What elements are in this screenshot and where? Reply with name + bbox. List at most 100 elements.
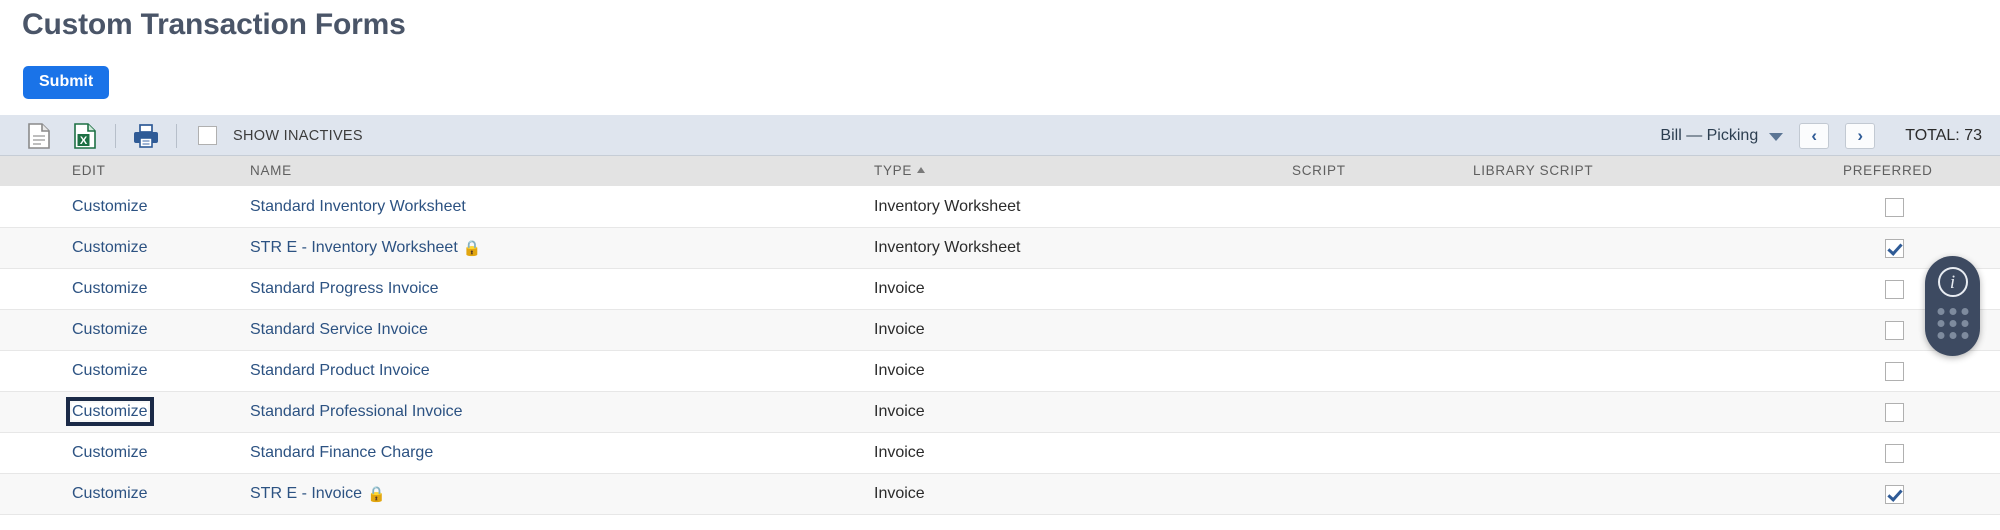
chevron-left-icon: ‹ <box>1811 126 1818 145</box>
column-header-edit[interactable]: EDIT <box>72 156 106 186</box>
name-cell: STR E - Inventory Worksheet 🔒 <box>250 228 481 268</box>
table-row: Customize STR E - Inventory Worksheet 🔒 Inv… <box>0 228 2000 269</box>
form-type-dropdown[interactable]: Bill — Picking <box>1660 126 1784 145</box>
type-cell: Invoice <box>874 485 925 502</box>
name-cell: STR E - Invoice 🔒 <box>250 474 386 514</box>
form-name-link[interactable]: Standard Professional Invoice <box>250 403 463 420</box>
type-cell: Invoice <box>874 362 925 379</box>
column-header-script[interactable]: SCRIPT <box>1292 156 1346 186</box>
customize-link[interactable]: Customize <box>72 444 148 461</box>
chevron-down-icon <box>1769 133 1784 141</box>
form-name-link[interactable]: Standard Service Invoice <box>250 321 428 338</box>
table-body: Customize Standard Inventory Worksheet Inv… <box>0 187 2000 515</box>
column-header-library-script[interactable]: LIBRARY SCRIPT <box>1473 156 1593 186</box>
show-inactives-checkbox[interactable] <box>198 126 217 145</box>
name-cell: Standard Finance Charge <box>250 433 433 473</box>
customize-link[interactable]: Customize <box>66 397 154 426</box>
type-cell: Inventory Worksheet <box>874 239 1021 256</box>
table-row: Customize Standard Progress Invoice Invoic… <box>0 269 2000 310</box>
edit-cell: Customize <box>72 433 148 473</box>
customize-link[interactable]: Customize <box>72 198 148 215</box>
table-row: Customize Standard Professional Invoice In… <box>0 392 2000 433</box>
table-row: Customize Standard Service Invoice Invoice <box>0 310 2000 351</box>
edit-cell: Customize <box>72 269 148 309</box>
lock-icon: 🔒 <box>462 240 482 257</box>
table-row: Customize Standard Product Invoice Invoice <box>0 351 2000 392</box>
customize-link[interactable]: Customize <box>72 362 148 379</box>
type-cell: Invoice <box>874 403 925 420</box>
export-excel-icon[interactable]: X <box>68 119 102 153</box>
grid-dots-icon <box>1937 308 1968 339</box>
lock-icon: 🔒 <box>367 486 386 503</box>
customize-link[interactable]: Customize <box>72 239 148 256</box>
preferred-checkbox[interactable] <box>1884 320 1904 340</box>
preferred-checkbox[interactable] <box>1884 197 1904 217</box>
preferred-cell <box>1874 228 1914 268</box>
table-header-row: EDIT NAME TYPE SCRIPT LIBRARY SCRIPT PRE… <box>0 156 2000 187</box>
toolbar-right-group: Bill — Picking ‹ › TOTAL: 73 <box>1660 115 1982 156</box>
customize-link[interactable]: Customize <box>72 321 148 338</box>
list-toolbar: X SHOW INACTIVES Bill — Picking ‹ › TOTA… <box>0 115 2000 156</box>
type-cell: Invoice <box>874 280 925 297</box>
column-header-name[interactable]: NAME <box>250 156 292 186</box>
column-header-type-label: TYPE <box>874 163 913 178</box>
name-cell: Standard Product Invoice <box>250 351 430 391</box>
toolbar-divider-2 <box>176 123 177 148</box>
table-row: Customize STR E - Invoice 🔒 Invoice <box>0 474 2000 515</box>
sort-ascending-icon <box>917 167 926 173</box>
type-cell: Invoice <box>874 321 925 338</box>
submit-button[interactable]: Submit <box>23 66 110 99</box>
help-launcher[interactable]: i <box>1925 256 1980 356</box>
preferred-checkbox[interactable] <box>1884 402 1904 422</box>
show-inactives-label: SHOW INACTIVES <box>233 127 363 144</box>
info-icon: i <box>1937 267 1968 297</box>
name-cell: Standard Progress Invoice <box>250 269 439 309</box>
preferred-checkbox[interactable] <box>1884 484 1904 504</box>
edit-cell: Customize <box>66 392 154 432</box>
name-cell: Standard Inventory Worksheet <box>250 187 466 227</box>
customize-link[interactable]: Customize <box>72 485 148 502</box>
form-name-link[interactable]: Standard Progress Invoice <box>250 280 439 297</box>
svg-text:X: X <box>80 135 88 147</box>
preferred-cell <box>1874 351 1914 391</box>
toolbar-left-group: X SHOW INACTIVES <box>22 115 363 156</box>
preferred-cell <box>1874 474 1914 514</box>
forms-table: EDIT NAME TYPE SCRIPT LIBRARY SCRIPT PRE… <box>0 156 2000 515</box>
edit-cell: Customize <box>72 228 148 268</box>
edit-cell: Customize <box>72 474 148 514</box>
preferred-checkbox[interactable] <box>1884 443 1904 463</box>
table-row: Customize Standard Inventory Worksheet Inv… <box>0 187 2000 228</box>
name-cell: Standard Professional Invoice <box>250 392 463 432</box>
form-type-value: Bill — Picking <box>1660 126 1759 144</box>
edit-cell: Customize <box>72 187 148 227</box>
form-name-link[interactable]: STR E - Invoice <box>250 485 362 502</box>
page-title: Custom Transaction Forms <box>22 8 406 41</box>
chevron-right-icon: › <box>1857 126 1864 145</box>
preferred-cell <box>1874 187 1914 227</box>
preferred-checkbox[interactable] <box>1884 238 1904 258</box>
customize-link[interactable]: Customize <box>72 280 148 297</box>
preferred-cell <box>1874 269 1914 309</box>
previous-page-button[interactable]: ‹ <box>1799 122 1830 149</box>
preferred-cell <box>1874 433 1914 473</box>
print-icon[interactable] <box>129 119 163 153</box>
column-header-type[interactable]: TYPE <box>874 156 926 186</box>
form-name-link[interactable]: Standard Inventory Worksheet <box>250 198 466 215</box>
toolbar-divider <box>115 123 116 148</box>
preferred-checkbox[interactable] <box>1884 361 1904 381</box>
form-name-link[interactable]: STR E - Inventory Worksheet <box>250 239 458 256</box>
total-count-label: TOTAL: 73 <box>1905 126 1982 144</box>
edit-cell: Customize <box>72 310 148 350</box>
name-cell: Standard Service Invoice <box>250 310 428 350</box>
table-row: Customize Standard Finance Charge Invoice <box>0 433 2000 474</box>
form-name-link[interactable]: Standard Finance Charge <box>250 444 433 461</box>
edit-cell: Customize <box>72 351 148 391</box>
preferred-checkbox[interactable] <box>1884 279 1904 299</box>
preferred-cell <box>1874 392 1914 432</box>
form-name-link[interactable]: Standard Product Invoice <box>250 362 430 379</box>
new-document-icon[interactable] <box>22 119 56 153</box>
column-header-preferred[interactable]: PREFERRED <box>1843 156 1933 186</box>
type-cell: Inventory Worksheet <box>874 198 1021 215</box>
type-cell: Invoice <box>874 444 925 461</box>
next-page-button[interactable]: › <box>1845 122 1876 149</box>
